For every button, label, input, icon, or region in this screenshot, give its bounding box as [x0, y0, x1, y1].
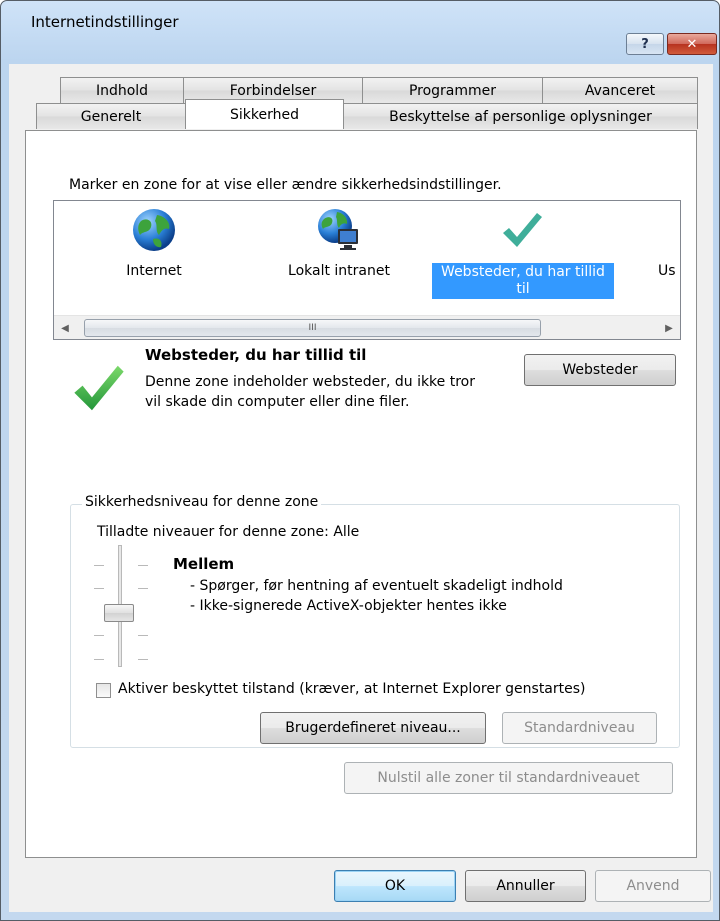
help-button[interactable]: ?: [626, 33, 664, 55]
scrollbar-thumb[interactable]: III: [84, 319, 541, 337]
restricted-icon: [626, 207, 672, 253]
zone-internet[interactable]: Internet: [64, 207, 244, 279]
apply-button[interactable]: Anvend: [595, 870, 711, 902]
close-button[interactable]: ✕: [667, 33, 717, 55]
tab-programmer[interactable]: Programmer: [362, 77, 543, 103]
tab-generelt[interactable]: Generelt: [36, 103, 186, 129]
zone-instruction: Marker en zone for at vise eller ændre s…: [69, 177, 502, 193]
checkmark-icon: [503, 213, 542, 247]
intranet-globe-icon: [318, 209, 358, 250]
security-level-bullet-1: - Spørger, før hentning af eventuelt ska…: [190, 578, 563, 594]
tab-row-top: Indhold Forbindelser Programmer Avancere…: [60, 77, 698, 103]
slider-tick: [94, 588, 104, 589]
default-level-button[interactable]: Standardniveau: [502, 712, 657, 744]
zone-label: Internet: [126, 263, 182, 279]
sites-button[interactable]: Websteder: [524, 354, 676, 386]
trusted-checkmark-icon: [74, 365, 124, 411]
slider-tick: [138, 635, 148, 636]
zone-restricted[interactable]: Us: [614, 207, 680, 279]
zone-label: Lokalt intranet: [288, 263, 390, 279]
security-level-bullet-2: - Ikke-signerede ActiveX-objekter hentes…: [190, 598, 507, 614]
cancel-button[interactable]: Annuller: [465, 870, 586, 902]
tab-row-bottom: Generelt Sikkerhed Beskyttelse af person…: [36, 99, 698, 129]
allowed-levels-label: Tilladte niveauer for denne zone: Alle: [97, 524, 360, 540]
selected-zone-description-2: vil skade din computer eller dine filer.: [145, 394, 410, 410]
zone-horizontal-scrollbar[interactable]: ◀ III ▶: [54, 315, 680, 339]
window-title: Internetindstillinger: [31, 13, 179, 31]
zone-local-intranet[interactable]: Lokalt intranet: [249, 207, 429, 279]
slider-tick: [138, 565, 148, 566]
zone-label: Websteder, du har tillid til: [432, 263, 614, 299]
selected-zone-description-1: Denne zone indeholder websteder, du ikke…: [145, 374, 475, 390]
zone-list[interactable]: Internet Lokalt intranet Websteder, du h…: [53, 200, 681, 340]
slider-tick: [138, 659, 148, 660]
title-bar: Internetindstillinger ? ✕: [1, 1, 719, 55]
custom-level-button[interactable]: Brugerdefineret niveau...: [260, 712, 486, 744]
slider-tick: [94, 565, 104, 566]
slider-tick: [138, 588, 148, 589]
protected-mode-checkbox[interactable]: [96, 683, 111, 698]
tab-sikkerhed[interactable]: Sikkerhed: [185, 99, 344, 129]
zone-label: Us: [658, 263, 676, 279]
slider-thumb[interactable]: [104, 604, 134, 622]
scroll-left-arrow-icon[interactable]: ◀: [54, 316, 76, 339]
reset-all-zones-button[interactable]: Nulstil alle zoner til standardniveauet: [344, 762, 673, 794]
zone-trusted-sites[interactable]: Websteder, du har tillid til: [432, 207, 614, 299]
globe-icon: [133, 209, 175, 251]
slider-tick: [94, 635, 104, 636]
slider-tick: [94, 659, 104, 660]
protected-mode-label[interactable]: Aktiver beskyttet tilstand (kræver, at I…: [118, 681, 586, 697]
ok-button[interactable]: OK: [334, 870, 456, 902]
scroll-right-arrow-icon[interactable]: ▶: [658, 316, 680, 339]
security-level-group-title: Sikkerhedsniveau for denne zone: [82, 494, 322, 510]
security-level-name: Mellem: [173, 555, 235, 573]
tab-avanceret[interactable]: Avanceret: [542, 77, 698, 103]
close-icon: ✕: [686, 36, 698, 52]
grip-icon: III: [308, 323, 317, 333]
tab-beskyttelse[interactable]: Beskyttelse af personlige oplysninger: [343, 103, 698, 129]
selected-zone-title: Websteder, du har tillid til: [145, 346, 367, 364]
tab-indhold[interactable]: Indhold: [60, 77, 184, 103]
